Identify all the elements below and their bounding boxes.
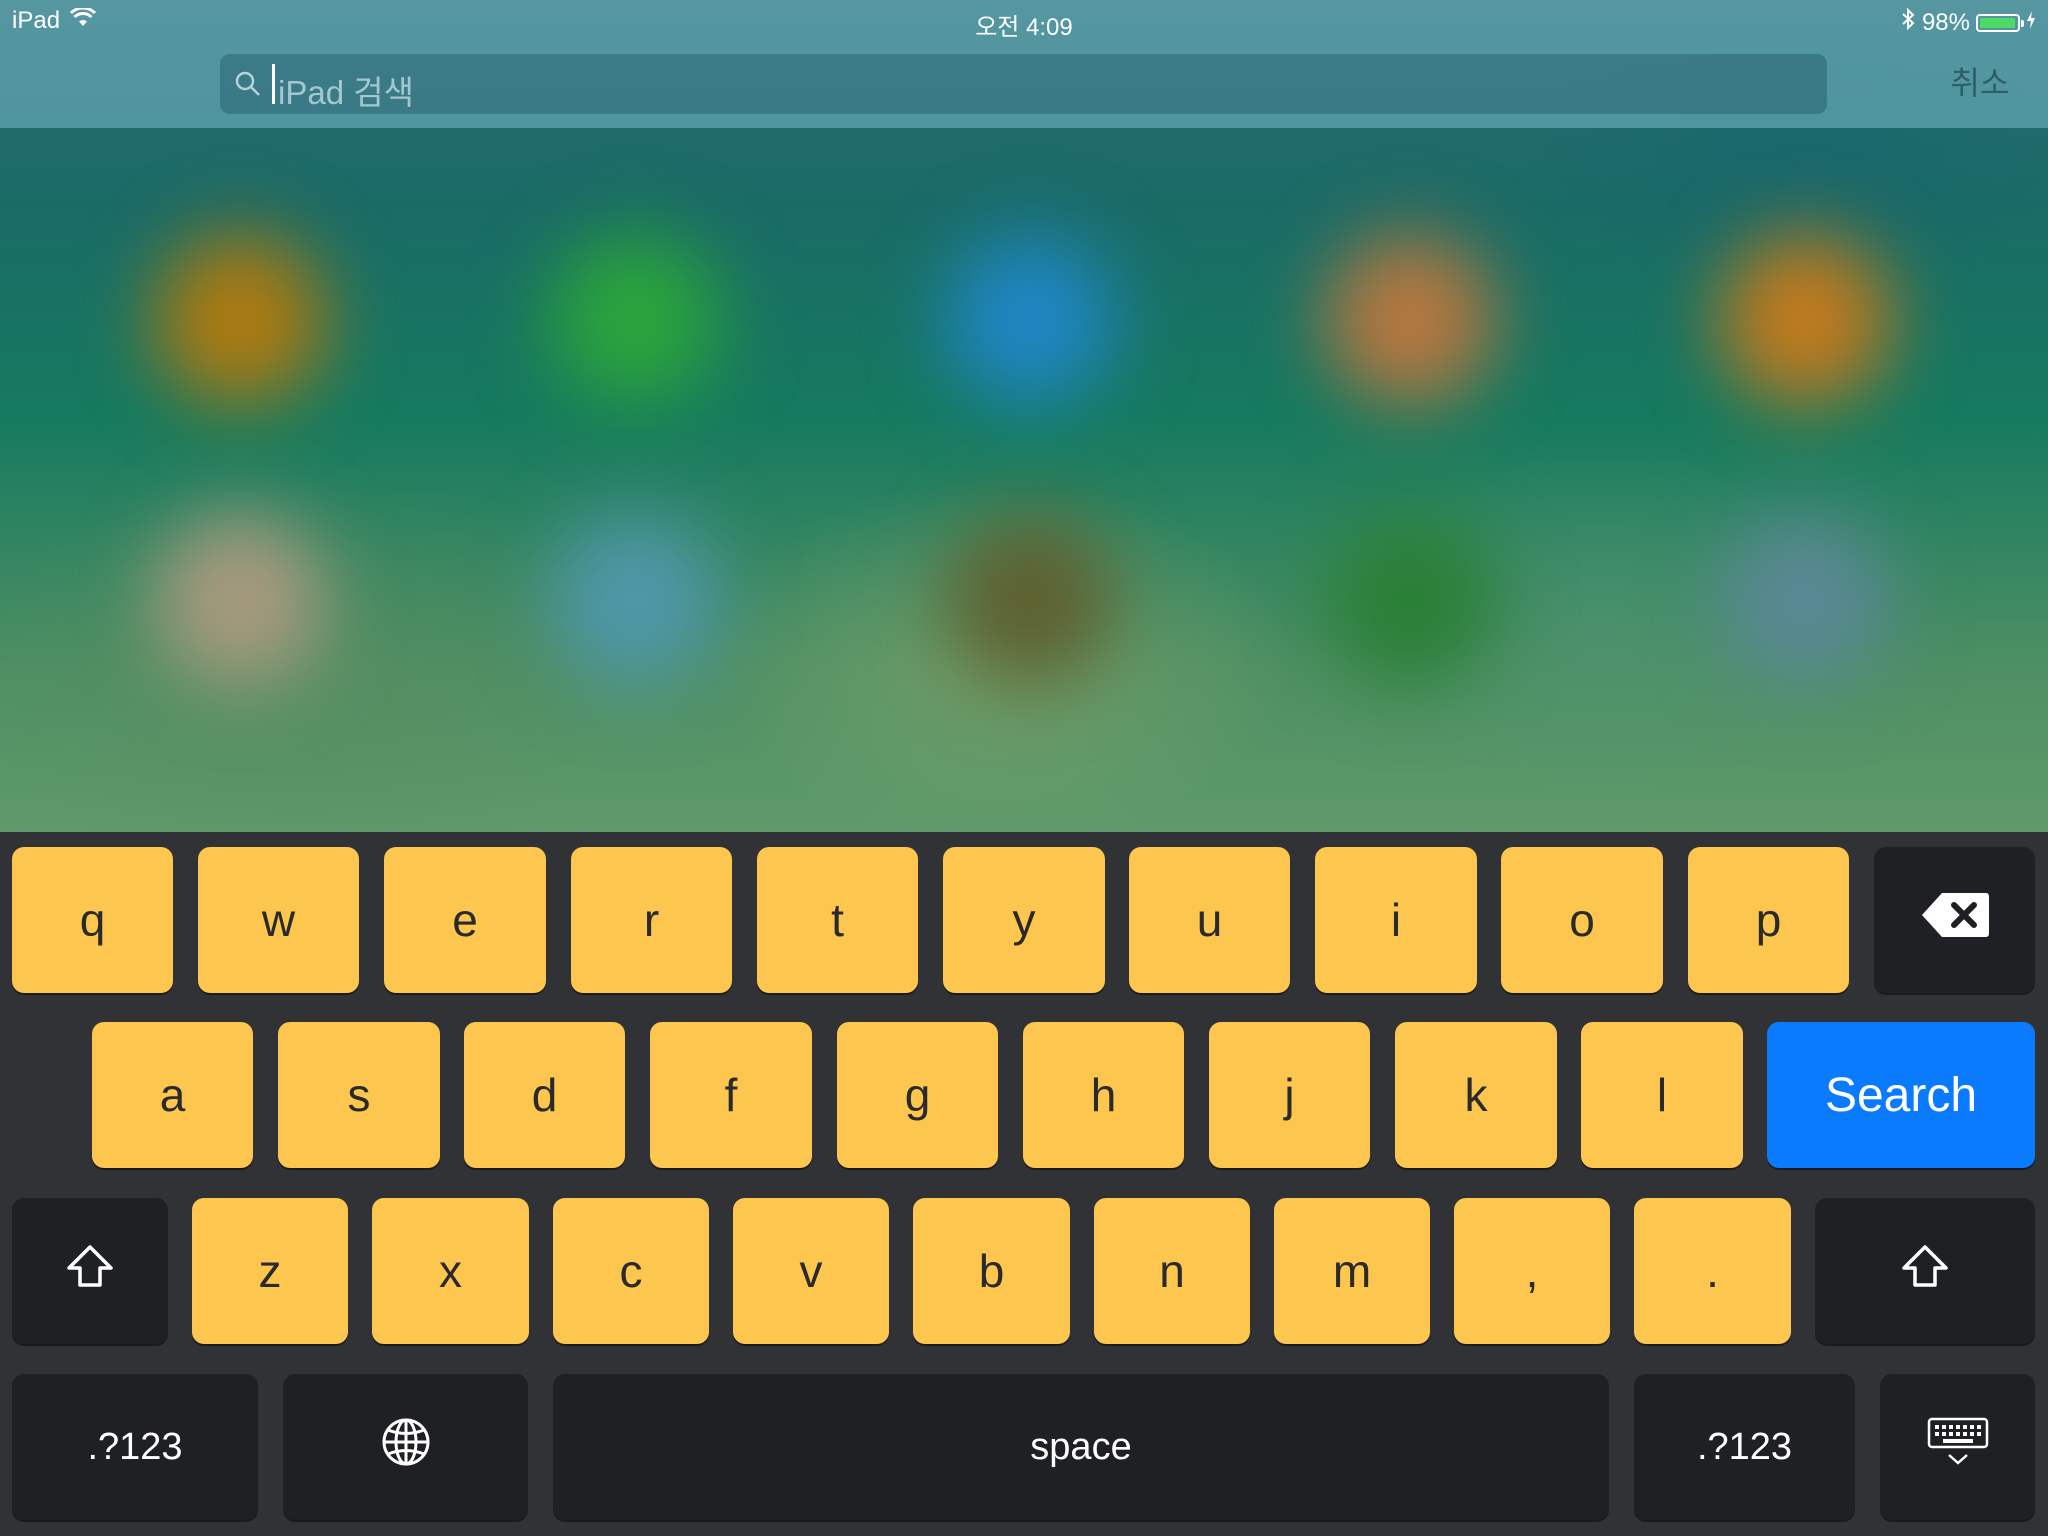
key-w[interactable]: w <box>198 847 359 993</box>
key-j[interactable]: j <box>1209 1022 1370 1168</box>
delete-button[interactable] <box>1874 847 2035 993</box>
key-comma[interactable]: , <box>1454 1198 1610 1344</box>
status-time: 오전 4:09 <box>975 14 1073 41</box>
bluetooth-icon <box>1900 7 1916 38</box>
key-s[interactable]: s <box>278 1022 440 1168</box>
key-y[interactable]: y <box>943 847 1105 993</box>
key-t[interactable]: t <box>757 847 918 993</box>
shift-arrow-icon <box>1900 1243 1950 1300</box>
key-e[interactable]: e <box>384 847 546 993</box>
backspace-icon <box>1920 891 1990 950</box>
shift-arrow-icon <box>65 1243 115 1300</box>
globe-key[interactable] <box>283 1374 528 1520</box>
key-o[interactable]: o <box>1501 847 1663 993</box>
charging-icon <box>2026 9 2036 37</box>
key-g[interactable]: g <box>837 1022 998 1168</box>
key-q[interactable]: q <box>12 847 173 993</box>
shift-key-right[interactable] <box>1815 1198 2035 1344</box>
blurred-app-icon <box>155 235 325 405</box>
blurred-app-icon <box>1720 235 1890 405</box>
dismiss-keyboard-key[interactable] <box>1880 1374 2035 1520</box>
key-l[interactable]: l <box>1581 1022 1743 1168</box>
blurred-app-icon <box>1325 515 1495 685</box>
key-i[interactable]: i <box>1315 847 1477 993</box>
text-cursor <box>272 64 275 104</box>
search-placeholder: iPad 검색 <box>278 74 414 111</box>
blurred-app-icon <box>155 515 325 685</box>
search-input[interactable]: iPad 검색 <box>220 54 1827 114</box>
key-u[interactable]: u <box>1129 847 1290 993</box>
status-bar: iPad 오전 4:09 98% <box>0 0 2048 41</box>
key-c[interactable]: c <box>553 1198 709 1344</box>
key-f[interactable]: f <box>650 1022 812 1168</box>
battery-percent: 98% <box>1921 8 1970 36</box>
shift-key-left[interactable] <box>12 1198 168 1344</box>
keyboard: q w e r t y u i o p a s d f g h j k l Se… <box>0 832 2048 1536</box>
globe-icon <box>381 1417 431 1478</box>
blurred-app-icon <box>550 235 720 405</box>
key-z[interactable]: z <box>192 1198 348 1344</box>
search-icon <box>234 70 262 103</box>
space-key[interactable]: space <box>553 1374 1609 1520</box>
key-a[interactable]: a <box>92 1022 253 1168</box>
key-x[interactable]: x <box>372 1198 529 1344</box>
blurred-app-icon <box>550 515 720 685</box>
blurred-app-icon <box>945 235 1115 405</box>
battery-icon <box>1976 13 2024 32</box>
key-period[interactable]: . <box>1634 1198 1791 1344</box>
key-b[interactable]: b <box>913 1198 1070 1344</box>
key-d[interactable]: d <box>464 1022 625 1168</box>
blurred-app-icon <box>945 515 1115 685</box>
keyboard-dismiss-icon <box>1927 1417 1989 1478</box>
key-p[interactable]: p <box>1688 847 1849 993</box>
numbers-key-left[interactable]: .?123 <box>12 1374 258 1520</box>
key-n[interactable]: n <box>1094 1198 1250 1344</box>
blurred-app-icon <box>1720 515 1890 685</box>
key-m[interactable]: m <box>1274 1198 1430 1344</box>
key-r[interactable]: r <box>571 847 732 993</box>
key-h[interactable]: h <box>1023 1022 1184 1168</box>
cancel-button[interactable]: 취소 <box>1920 60 2040 106</box>
numbers-key-right[interactable]: .?123 <box>1634 1374 1855 1520</box>
key-k[interactable]: k <box>1395 1022 1557 1168</box>
search-button[interactable]: Search <box>1767 1022 2035 1168</box>
key-v[interactable]: v <box>733 1198 889 1344</box>
blurred-app-icon <box>1325 235 1495 405</box>
